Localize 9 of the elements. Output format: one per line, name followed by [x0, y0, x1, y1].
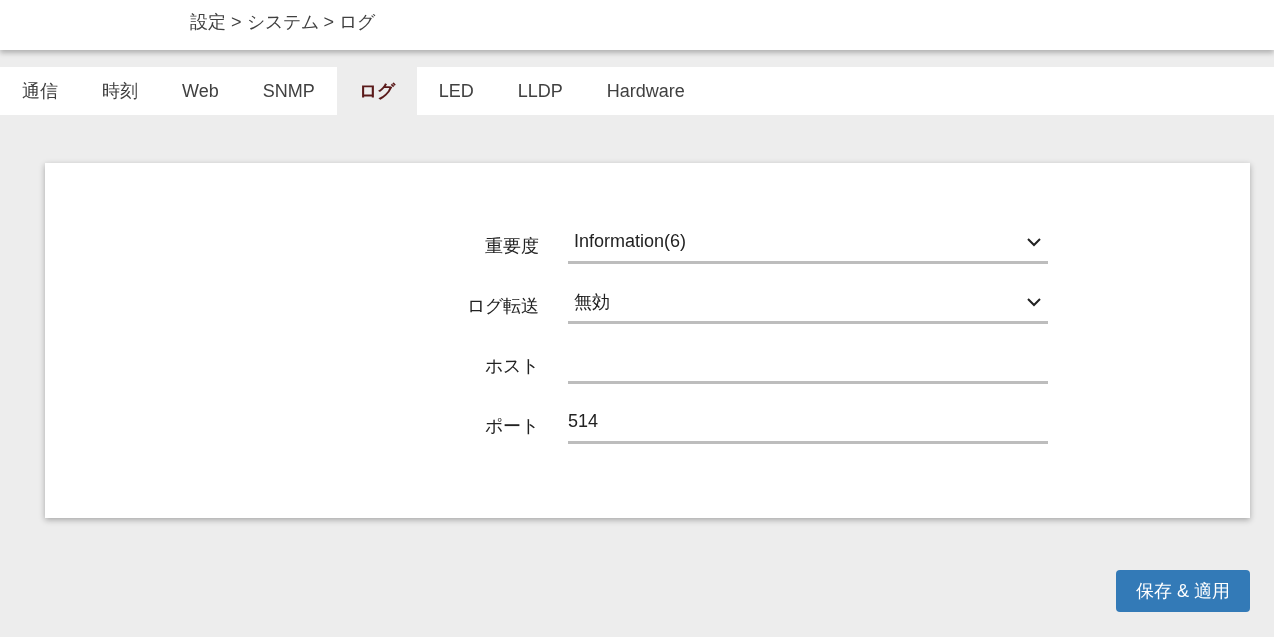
tab[interactable]: ログ — [336, 67, 417, 115]
save-apply-button[interactable]: 保存 & 適用 — [1116, 570, 1250, 612]
field-label: ホスト — [484, 355, 540, 378]
field-label: ポート — [484, 415, 540, 438]
breadcrumb: 設定 > システム > ログ — [190, 11, 376, 34]
chevron-down-icon — [1026, 296, 1042, 307]
field-label: 重要度 — [484, 235, 540, 258]
chevron-down-icon — [1026, 236, 1042, 247]
field-label: ログ転送 — [466, 295, 540, 318]
